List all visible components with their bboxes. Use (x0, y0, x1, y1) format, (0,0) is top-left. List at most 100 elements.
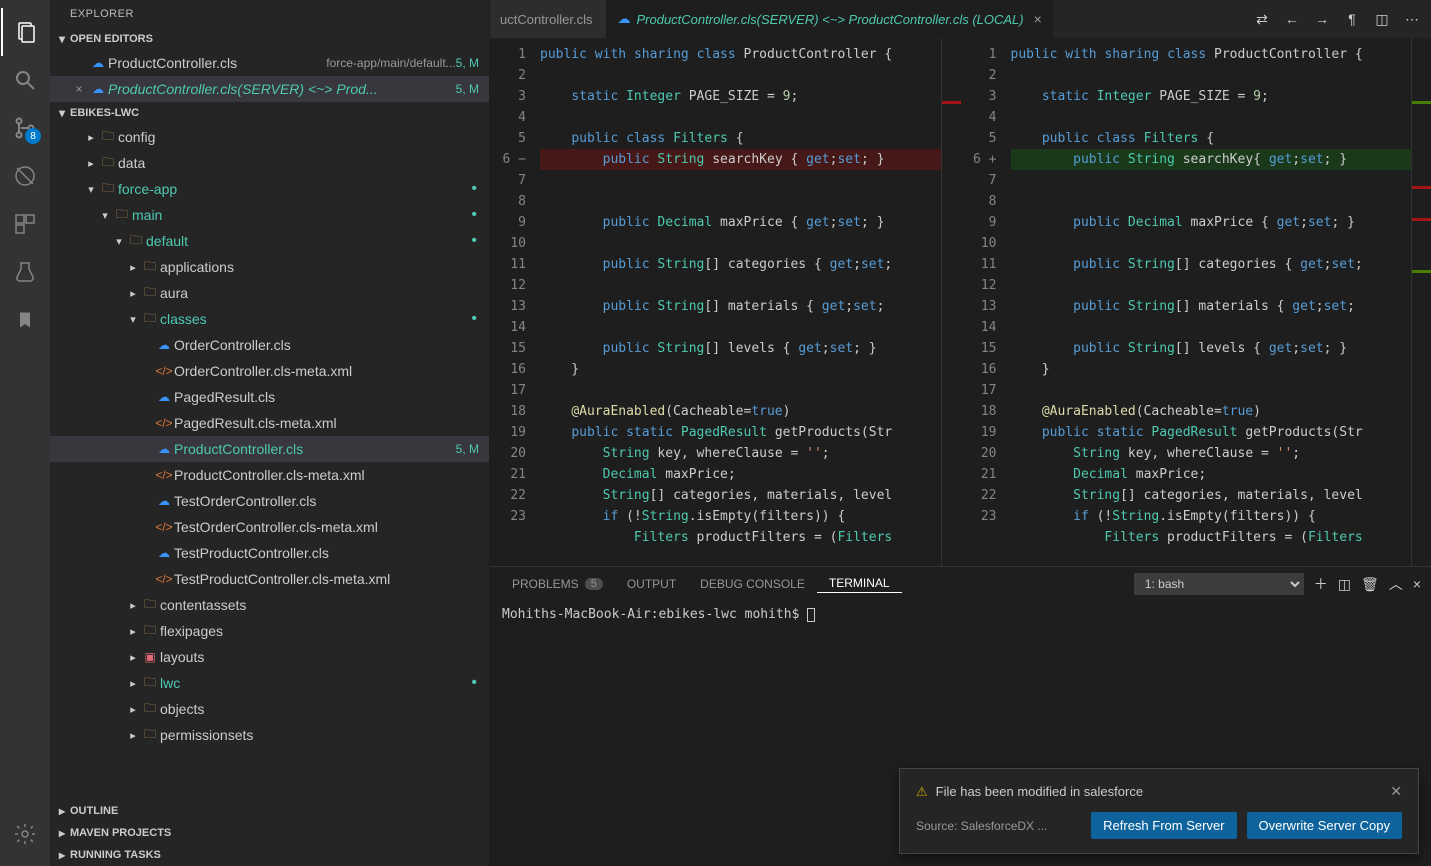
tree-item-status: 5, M (456, 442, 489, 456)
tree-item-label: classes (160, 311, 471, 327)
tree-item-label: OrderController.cls (174, 337, 489, 353)
tree-item[interactable]: ☁ProductController.cls5, M (50, 436, 489, 462)
diff-editor: 123456 −7891011121314151617181920212223 … (490, 38, 1431, 566)
bookmark-icon[interactable] (1, 296, 49, 344)
debug-icon[interactable] (1, 152, 49, 200)
whitespace-icon[interactable]: ¶ (1337, 11, 1367, 28)
search-icon[interactable] (1, 56, 49, 104)
maximize-panel-icon[interactable]: ︿ (1389, 574, 1403, 594)
open-editors-list: ☁ProductController.clsforce-app/main/def… (50, 50, 489, 102)
tree-item[interactable]: </>OrderController.cls-meta.xml (50, 358, 489, 384)
chevron-right-icon: ▸ (54, 804, 70, 818)
diff-left-pane[interactable]: 123456 −7891011121314151617181920212223 … (490, 38, 961, 566)
twistie-icon: ▾ (112, 235, 126, 248)
cloud-icon: ☁ (88, 82, 108, 96)
next-change-icon[interactable]: → (1307, 11, 1337, 28)
xml-icon: </> (154, 572, 174, 586)
close-icon[interactable]: × (70, 82, 88, 96)
tree-item[interactable]: ▸🗀contentassets (50, 592, 489, 618)
tree-item[interactable]: ▾🗀default• (50, 228, 489, 254)
code-view[interactable]: public with sharing class ProductControl… (540, 38, 941, 566)
tree-item[interactable]: ▸🗀config (50, 124, 489, 150)
overwrite-server-copy-button[interactable]: Overwrite Server Copy (1247, 812, 1402, 839)
twistie-icon: ▾ (84, 183, 98, 196)
tree-item[interactable]: ☁TestOrderController.cls (50, 488, 489, 514)
explorer-sidebar: EXPLORER ▾ OPEN EDITORS ☁ProductControll… (50, 0, 490, 866)
explorer-icon[interactable] (1, 8, 49, 56)
extensions-icon[interactable] (1, 200, 49, 248)
tree-item[interactable]: </>TestProductController.cls-meta.xml (50, 566, 489, 592)
twistie-icon: ▸ (84, 157, 98, 170)
diff-right-pane[interactable]: 123456 +7891011121314151617181920212223 … (961, 38, 1431, 566)
tree-item-label: aura (160, 285, 489, 301)
tree-item-label: OrderController.cls-meta.xml (174, 363, 489, 379)
tree-item[interactable]: ▸🗀objects (50, 696, 489, 722)
code-view[interactable]: public with sharing class ProductControl… (1011, 38, 1412, 566)
tab-problems[interactable]: PROBLEMS 5 (500, 577, 615, 591)
editor-item-status: 5, M (456, 82, 489, 96)
tree-item[interactable]: ▾🗀main• (50, 202, 489, 228)
problems-count: 5 (585, 578, 603, 590)
open-editor-item[interactable]: ×☁ProductController.cls(SERVER) <~> Prod… (50, 76, 489, 102)
tree-item[interactable]: ▸▣layouts (50, 644, 489, 670)
cloud-icon: ☁ (154, 338, 174, 352)
workspace-header[interactable]: ▾ EBIKES-LWC (50, 102, 489, 124)
new-terminal-icon[interactable]: ＋ (1314, 574, 1328, 594)
tab-debug-console[interactable]: DEBUG CONSOLE (688, 577, 817, 591)
folder-icon: 🗀 (126, 231, 146, 252)
split-terminal-icon[interactable]: ◫ (1338, 576, 1351, 593)
sidebar-title: EXPLORER (50, 0, 489, 28)
tree-item[interactable]: </>TestOrderController.cls-meta.xml (50, 514, 489, 540)
tree-item[interactable]: </>ProductController.cls-meta.xml (50, 462, 489, 488)
close-icon[interactable]: × (1034, 11, 1042, 27)
outline-header[interactable]: ▸ OUTLINE (50, 800, 489, 822)
maven-header[interactable]: ▸ MAVEN PROJECTS (50, 822, 489, 844)
running-tasks-header[interactable]: ▸ RUNNING TASKS (50, 844, 489, 866)
close-icon[interactable]: ✕ (1390, 783, 1402, 800)
open-editors-header[interactable]: ▾ OPEN EDITORS (50, 28, 489, 50)
more-icon[interactable]: ⋯ (1397, 11, 1427, 28)
xml-icon: </> (154, 416, 174, 430)
tab-terminal[interactable]: TERMINAL (817, 576, 902, 593)
close-panel-icon[interactable]: × (1413, 576, 1421, 592)
panel-tabs: PROBLEMS 5 OUTPUT DEBUG CONSOLE TERMINAL… (490, 567, 1431, 601)
notification-source: Source: SalesforceDX ... (916, 819, 1047, 833)
minimap[interactable] (941, 38, 961, 566)
tree-item[interactable]: ▸🗀flexipages (50, 618, 489, 644)
test-icon[interactable] (1, 248, 49, 296)
trash-icon[interactable]: 🗑 (1361, 576, 1379, 593)
twistie-icon: ▸ (126, 703, 140, 716)
tree-item[interactable]: </>PagedResult.cls-meta.xml (50, 410, 489, 436)
tree-item[interactable]: ▸🗀applications (50, 254, 489, 280)
tree-item[interactable]: ☁TestProductController.cls (50, 540, 489, 566)
cloud-icon: ☁ (617, 11, 630, 27)
terminal-shell-select[interactable]: 1: bash (1134, 573, 1304, 595)
problems-label: PROBLEMS (512, 577, 579, 591)
tab-output[interactable]: OUTPUT (615, 577, 688, 591)
tree-item[interactable]: ▸🗀aura (50, 280, 489, 306)
tree-item[interactable]: ▸🗀lwc• (50, 670, 489, 696)
tree-item[interactable]: ▾🗀classes• (50, 306, 489, 332)
modified-dot-icon: • (471, 180, 477, 198)
twistie-icon: ▸ (126, 599, 140, 612)
xml-icon: </> (154, 364, 174, 378)
open-editor-item[interactable]: ☁ProductController.clsforce-app/main/def… (50, 50, 489, 76)
tree-item[interactable]: ▾🗀force-app• (50, 176, 489, 202)
tree-item[interactable]: ▸🗀data (50, 150, 489, 176)
tab-label: ProductController.cls(SERVER) <~> Produc… (636, 12, 1023, 27)
tree-item[interactable]: ☁PagedResult.cls (50, 384, 489, 410)
split-editor-icon[interactable]: ◫ (1367, 11, 1397, 28)
tree-item[interactable]: ☁OrderController.cls (50, 332, 489, 358)
minimap[interactable] (1411, 38, 1431, 566)
tab-diff[interactable]: ☁ ProductController.cls(SERVER) <~> Prod… (607, 0, 1052, 38)
modified-dot-icon: • (471, 674, 477, 692)
compare-icon[interactable]: ⇄ (1247, 11, 1277, 28)
tab-productcontroller[interactable]: uctController.cls (490, 0, 607, 38)
prev-change-icon[interactable]: ← (1277, 11, 1307, 28)
source-control-icon[interactable]: 8 (1, 104, 49, 152)
scm-badge: 8 (25, 128, 41, 144)
refresh-from-server-button[interactable]: Refresh From Server (1091, 812, 1236, 839)
warning-icon: ⚠ (916, 784, 928, 800)
settings-gear-icon[interactable] (1, 810, 49, 858)
tree-item[interactable]: ▸🗀permissionsets (50, 722, 489, 748)
